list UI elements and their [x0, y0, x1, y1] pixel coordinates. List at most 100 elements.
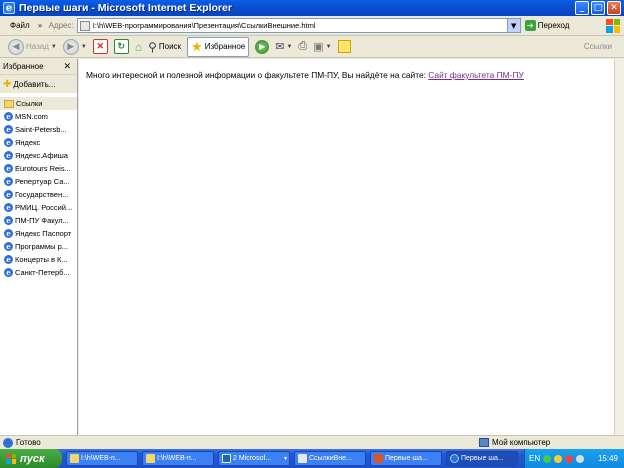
ie-app-icon[interactable]: e [3, 2, 15, 14]
mail-icon: ✉ [275, 41, 285, 53]
faculty-site-link[interactable]: Сайт факультета ПМ-ПУ [428, 70, 524, 80]
back-dropdown-icon[interactable]: ▼ [51, 44, 57, 50]
media-icon: ▶ [255, 39, 270, 54]
taskbar-button[interactable]: I:\h\WEB-п... [66, 451, 138, 466]
favorites-item[interactable]: e Санкт-Петерб... [0, 266, 77, 279]
note-icon [337, 40, 351, 53]
stop-button[interactable]: ✕ [92, 39, 108, 54]
vertical-scrollbar[interactable] [614, 59, 624, 435]
window-controls: _ □ ✕ [575, 1, 621, 15]
refresh-button[interactable]: ↻ [113, 39, 129, 54]
links-toolbar[interactable]: Ссылки [584, 42, 612, 51]
favorites-item[interactable]: e Яндекс Паспорт [0, 227, 77, 240]
favorites-item[interactable]: e Яндекс.Афиша [0, 149, 77, 162]
close-icon[interactable]: ✕ [63, 61, 71, 72]
taskbar-button-label: 2 Microsof... [233, 455, 272, 462]
forward-button[interactable]: ▶ ▼ [62, 38, 87, 55]
mail-dropdown-icon[interactable]: ▼ [286, 44, 292, 50]
taskbar-button[interactable]: СсылкиВне... [294, 451, 366, 466]
search-label: Поиск [158, 42, 182, 51]
favorites-item-label: Яндекс.Афиша [15, 151, 68, 160]
search-button[interactable]: ⚲ Поиск [148, 40, 181, 54]
chevron-down-icon[interactable]: ▼ [506, 19, 520, 32]
favorites-button[interactable]: ★ Избранное [187, 36, 250, 57]
ie-link-icon: e [4, 229, 13, 238]
print-button[interactable]: ⎙ [298, 40, 307, 53]
mail-button[interactable]: ✉ ▼ [275, 40, 292, 53]
favorites-item[interactable]: e Репертуар Са... [0, 175, 77, 188]
forward-dropdown-icon[interactable]: ▼ [81, 44, 87, 50]
menu-file[interactable]: Файл [0, 21, 34, 30]
page-icon [79, 20, 90, 31]
favorites-item[interactable]: e Концерты в К... [0, 253, 77, 266]
taskbar-buttons: I:\h\WEB-п... I:\h\WEB-п... 2 Microsof... ▾… [62, 451, 518, 466]
favorites-item[interactable]: e Государствен... [0, 188, 77, 201]
media-button[interactable]: ▶ [255, 39, 270, 54]
go-button[interactable]: ➔ Переход [524, 20, 570, 31]
favorites-item-label: Яндекс Паспорт [15, 229, 72, 238]
language-indicator[interactable]: EN [529, 454, 540, 463]
favorites-item[interactable]: e Яндекс [0, 136, 77, 149]
go-arrow-icon: ➔ [524, 20, 536, 31]
taskbar-button-label: I:\h\WEB-п... [81, 455, 121, 462]
favorites-item[interactable]: e Eurotours Reis... [0, 162, 77, 175]
favorites-pane-header: Избранное ✕ [0, 59, 77, 75]
ppt-icon [374, 454, 383, 463]
volume-icon[interactable] [576, 454, 585, 463]
group-dropdown-icon[interactable]: ▾ [284, 455, 287, 462]
computer-icon [479, 438, 489, 447]
taskbar-button[interactable]: 2 Microsof... ▾ [218, 451, 290, 466]
windows-logo-icon [606, 18, 620, 33]
search-icon: ⚲ [148, 39, 157, 54]
add-favorite-icon: ✚ [3, 78, 12, 90]
back-arrow-icon: ◀ [8, 38, 24, 55]
notes-button[interactable] [337, 40, 351, 53]
taskbar-button[interactable]: I:\h\WEB-п... [142, 451, 214, 466]
favorites-item-label: РМИЦ. Россий... [15, 203, 73, 212]
zone-indicator: Мой компьютер [479, 438, 550, 447]
start-button[interactable]: пуск [0, 449, 62, 468]
favorites-folder-links[interactable]: Ссылки [0, 97, 77, 110]
favorites-item[interactable]: e MSN.com [0, 110, 77, 123]
ie-link-icon: e [4, 255, 13, 264]
ie-link-icon: e [4, 177, 13, 186]
star-icon: ★ [191, 38, 203, 54]
status-text: Готово [16, 438, 41, 447]
home-button[interactable]: ⌂ [135, 40, 142, 54]
back-button[interactable]: ◀ Назад ▼ [8, 38, 57, 55]
favorites-item-label: Государствен... [15, 190, 69, 199]
favorites-item-label: MSN.com [15, 112, 48, 121]
ie-link-icon: e [4, 190, 13, 199]
taskbar-button-label: СсылкиВне... [309, 455, 352, 462]
favorites-item[interactable]: e Программы р... [0, 240, 77, 253]
close-button[interactable]: ✕ [607, 1, 621, 15]
minimize-button[interactable]: _ [575, 1, 589, 15]
menu-address-bar: Файл » Адрес: I:\h\WEB-программирования\… [0, 16, 624, 36]
address-value[interactable]: I:\h\WEB-программирования\Презентация\Сс… [93, 21, 316, 30]
address-input[interactable]: I:\h\WEB-программирования\Презентация\Сс… [76, 18, 521, 33]
taskbar-button[interactable]: Первые ша... [446, 451, 518, 466]
favorites-item[interactable]: e ПМ-ПУ Факул... [0, 214, 77, 227]
edit-button[interactable]: ▣ ▼ [313, 40, 331, 53]
go-label: Переход [537, 21, 570, 30]
network-icon[interactable] [543, 454, 552, 463]
menu-more-chevron[interactable]: » [34, 21, 47, 30]
content-text: Много интересной и полезной информации о… [86, 70, 429, 80]
antivirus-icon[interactable] [565, 454, 574, 463]
doc-icon [298, 454, 307, 463]
favorites-item-label: Программы р... [15, 242, 69, 251]
add-favorite-button[interactable]: ✚ Добавить... [0, 75, 77, 93]
taskbar-button[interactable]: Первые ша... [370, 451, 442, 466]
zone-text: Мой компьютер [492, 438, 551, 447]
security-icon[interactable] [554, 454, 563, 463]
favorites-item[interactable]: e РМИЦ. Россий... [0, 201, 77, 214]
start-label: пуск [20, 452, 45, 465]
ie-link-icon: e [4, 268, 13, 277]
folder-icon [146, 454, 155, 463]
edit-dropdown-icon[interactable]: ▼ [326, 44, 332, 50]
refresh-icon: ↻ [113, 39, 129, 54]
maximize-button[interactable]: □ [591, 1, 605, 15]
ie-icon [450, 454, 459, 463]
favorites-item[interactable]: e Saint-Petersb... [0, 123, 77, 136]
word-icon [222, 454, 231, 463]
